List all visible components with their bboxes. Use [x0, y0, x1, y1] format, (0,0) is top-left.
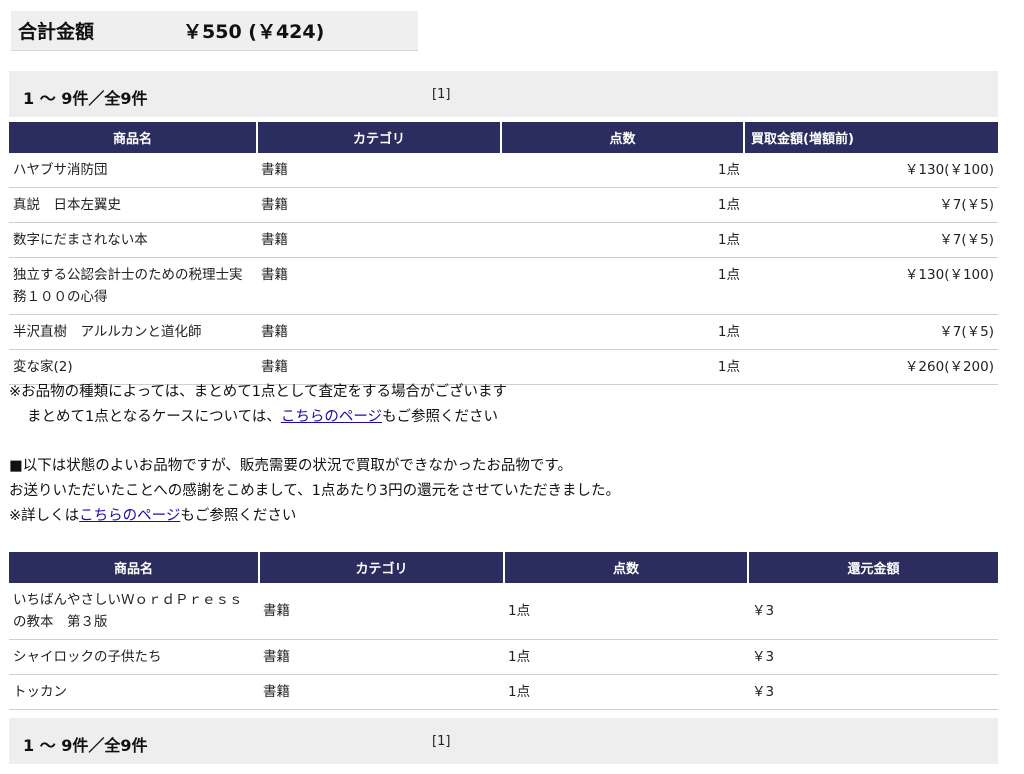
- bundle-note: ※お品物の種類によっては、まとめて1点として査定をする場合がございます まとめて…: [9, 380, 507, 430]
- item-qty: 1点: [501, 314, 744, 350]
- item-category: 書籍: [257, 314, 501, 350]
- table-row: 独立する公認会計士のための税理士実務１００の心得 書籍 1点 ￥130(￥100…: [9, 257, 998, 315]
- column-header-name: 商品名: [9, 122, 257, 153]
- item-name: ハヤブサ消防団: [9, 153, 257, 188]
- column-header-category: カテゴリ: [258, 552, 504, 583]
- purchased-items-table: 商品名 カテゴリ 点数 買取金額(増額前) ハヤブサ消防団 書籍 1点 ￥130…: [9, 122, 998, 385]
- table-row: トッカン 書籍 1点 ￥3: [9, 674, 998, 710]
- item-qty: 1点: [504, 674, 748, 710]
- table-header-row: 商品名 カテゴリ 点数 還元金額: [9, 552, 998, 583]
- item-return-amount: ￥3: [748, 639, 998, 675]
- pager-count-text: 1 〜 9件／全9件: [23, 89, 148, 108]
- returned-note-line2: お送りいただいたことへの感謝をこめまして、1点あたり3円の還元をさせていただきま…: [9, 483, 621, 499]
- item-return-amount: ￥3: [748, 674, 998, 710]
- item-qty: 1点: [501, 187, 744, 223]
- item-name: いちばんやさしいＷｏｒｄＰｒｅｓｓの教本 第３版: [9, 583, 259, 640]
- returned-note-prefix: ※詳しくは: [9, 508, 80, 524]
- item-name: 真説 日本左翼史: [9, 187, 257, 223]
- item-category: 書籍: [259, 583, 504, 640]
- item-qty: 1点: [501, 153, 744, 188]
- item-name: 数字にだまされない本: [9, 222, 257, 258]
- item-qty: 1点: [501, 222, 744, 258]
- column-header-category: カテゴリ: [256, 122, 501, 153]
- table-row: 半沢直樹 アルルカンと道化師 書籍 1点 ￥7(￥5): [9, 314, 998, 350]
- item-category: 書籍: [259, 674, 504, 710]
- item-qty: 1点: [504, 639, 748, 675]
- column-header-price: 買取金額(増額前): [743, 122, 998, 153]
- item-category: 書籍: [257, 257, 501, 315]
- returned-info-link[interactable]: こちらのページ: [79, 508, 180, 524]
- item-qty: 1点: [501, 257, 744, 315]
- item-qty: 1点: [501, 349, 744, 385]
- bundle-note-line2: まとめて1点となるケースについては、こちらのページもご参照ください: [9, 405, 507, 430]
- bundle-note-suffix: もご参照ください: [382, 409, 499, 425]
- column-header-qty: 点数: [503, 552, 748, 583]
- total-amount-value: ￥550 (￥424): [183, 21, 325, 43]
- item-qty: 1点: [504, 583, 748, 640]
- item-name: シャイロックの子供たち: [9, 639, 259, 675]
- total-amount-label: 合計金額: [18, 21, 95, 43]
- pager-top: 1 〜 9件／全9件 [1]: [9, 71, 998, 117]
- bundle-info-link[interactable]: こちらのページ: [281, 409, 382, 425]
- table-row: 真説 日本左翼史 書籍 1点 ￥7(￥5): [9, 187, 998, 223]
- item-name: トッカン: [9, 674, 259, 710]
- item-price: ￥260(￥200): [744, 349, 998, 385]
- item-price: ￥130(￥100): [744, 153, 998, 188]
- table-row: ハヤブサ消防団 書籍 1点 ￥130(￥100): [9, 153, 998, 188]
- returned-note-line3: ※詳しくはこちらのページもご参照ください: [9, 504, 620, 529]
- returned-note-line1: ■以下は状態のよいお品物ですが、販売需要の状況で買取ができなかったお品物です。: [9, 458, 572, 474]
- returned-note-suffix: もご参照ください: [180, 508, 297, 524]
- table-row: 数字にだまされない本 書籍 1点 ￥7(￥5): [9, 222, 998, 258]
- table-row: シャイロックの子供たち 書籍 1点 ￥3: [9, 639, 998, 675]
- pager-count-text: 1 〜 9件／全9件: [23, 736, 148, 755]
- item-price: ￥7(￥5): [744, 222, 998, 258]
- item-category: 書籍: [257, 153, 501, 188]
- table-header-row: 商品名 カテゴリ 点数 買取金額(増額前): [9, 122, 998, 153]
- item-name: 独立する公認会計士のための税理士実務１００の心得: [9, 257, 257, 315]
- item-price: ￥7(￥5): [744, 187, 998, 223]
- item-name: 半沢直樹 アルルカンと道化師: [9, 314, 257, 350]
- pager-page-link[interactable]: [1]: [432, 734, 450, 749]
- pager-bottom: 1 〜 9件／全9件 [1]: [9, 718, 998, 764]
- column-header-amount: 還元金額: [747, 552, 998, 583]
- returned-note: ■以下は状態のよいお品物ですが、販売需要の状況で買取ができなかったお品物です。 …: [9, 454, 620, 529]
- returned-items-table: 商品名 カテゴリ 点数 還元金額 いちばんやさしいＷｏｒｄＰｒｅｓｓの教本 第３…: [9, 552, 998, 710]
- item-price: ￥7(￥5): [744, 314, 998, 350]
- item-category: 書籍: [257, 222, 501, 258]
- bundle-note-line1: ※お品物の種類によっては、まとめて1点として査定をする場合がございます: [9, 384, 507, 400]
- pager-page-link[interactable]: [1]: [432, 87, 450, 102]
- bundle-note-prefix: まとめて1点となるケースについては、: [27, 409, 281, 425]
- total-amount-box: 合計金額 ￥550 (￥424): [11, 11, 418, 51]
- item-category: 書籍: [257, 187, 501, 223]
- item-price: ￥130(￥100): [744, 257, 998, 315]
- table-row: いちばんやさしいＷｏｒｄＰｒｅｓｓの教本 第３版 書籍 1点 ￥3: [9, 583, 998, 640]
- item-category: 書籍: [259, 639, 504, 675]
- column-header-name: 商品名: [9, 552, 259, 583]
- column-header-qty: 点数: [500, 122, 744, 153]
- item-return-amount: ￥3: [748, 583, 998, 640]
